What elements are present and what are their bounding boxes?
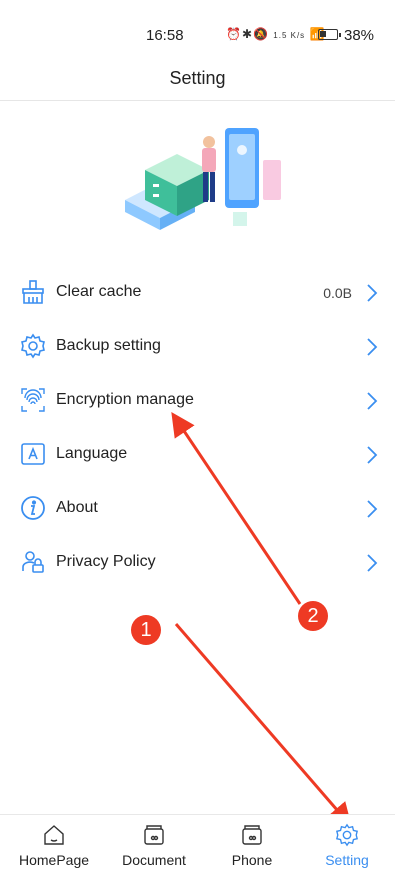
chevron-right-icon [367, 338, 378, 356]
settings-illustration [125, 128, 281, 230]
annotation-arrow-1 [174, 623, 352, 828]
bottom-tab-bar: HomePage Document Phone Setting [0, 814, 395, 875]
tab-homepage[interactable]: HomePage [6, 815, 102, 875]
tab-document[interactable]: Document [106, 815, 202, 875]
menu-item-clear-cache[interactable]: Clear cache 0.0B [0, 266, 395, 320]
tab-label: Phone [231, 852, 273, 868]
broom-icon [22, 280, 44, 304]
menu-label: Encryption manage [56, 391, 194, 408]
tab-label: Setting [325, 852, 369, 868]
menu-item-privacy-policy[interactable]: Privacy Policy [0, 536, 395, 590]
tab-label: HomePage [18, 852, 90, 868]
battery-fill [320, 31, 326, 37]
menu-item-backup-setting[interactable]: Backup setting [0, 320, 395, 374]
menu-item-encryption-manage[interactable]: Encryption manage [0, 374, 395, 428]
status-symbols: ⏰✱🔕 [226, 27, 269, 41]
menu-item-language[interactable]: Language [0, 428, 395, 482]
user-lock-icon [22, 551, 44, 573]
menu-label: About [56, 499, 98, 516]
status-icons: ⏰✱🔕 1.5 K/s 📶 [226, 27, 325, 41]
chevron-right-icon [367, 554, 378, 572]
tab-phone[interactable]: Phone [204, 815, 300, 875]
chevron-right-icon [367, 392, 378, 410]
chevron-right-icon [367, 446, 378, 464]
menu-label: Clear cache [56, 283, 142, 300]
fingerprint-icon [21, 388, 45, 412]
gear-icon [21, 333, 45, 359]
battery-icon [318, 29, 341, 40]
menu-item-about[interactable]: About [0, 482, 395, 536]
info-icon [21, 496, 45, 520]
home-icon [44, 825, 64, 845]
menu-label: Privacy Policy [56, 553, 156, 570]
language-icon [21, 443, 45, 465]
tab-label: Document [122, 852, 186, 868]
chevron-right-icon [367, 500, 378, 518]
annotation-badge-2: 2 [298, 601, 328, 631]
header: Setting [0, 60, 395, 101]
status-bar: 16:58 ⏰✱🔕 1.5 K/s 📶 38% [0, 0, 395, 60]
phone-folder-icon [242, 825, 262, 845]
network-speed: 1.5 K/s [273, 31, 306, 40]
settings-menu: Clear cache 0.0B Backup setting Encrypti… [0, 266, 395, 590]
tab-setting[interactable]: Setting [299, 815, 395, 875]
folder-icon [144, 825, 164, 845]
battery-percent: 38% [344, 27, 375, 44]
page-title: Setting [169, 68, 226, 88]
gear-icon [336, 823, 358, 847]
status-time: 16:58 [146, 27, 184, 44]
menu-label: Backup setting [56, 337, 161, 354]
cache-size-value: 0.0B [323, 285, 352, 301]
annotation-badge-1: 1 [131, 615, 161, 645]
chevron-right-icon [367, 284, 378, 302]
menu-label: Language [56, 445, 128, 462]
